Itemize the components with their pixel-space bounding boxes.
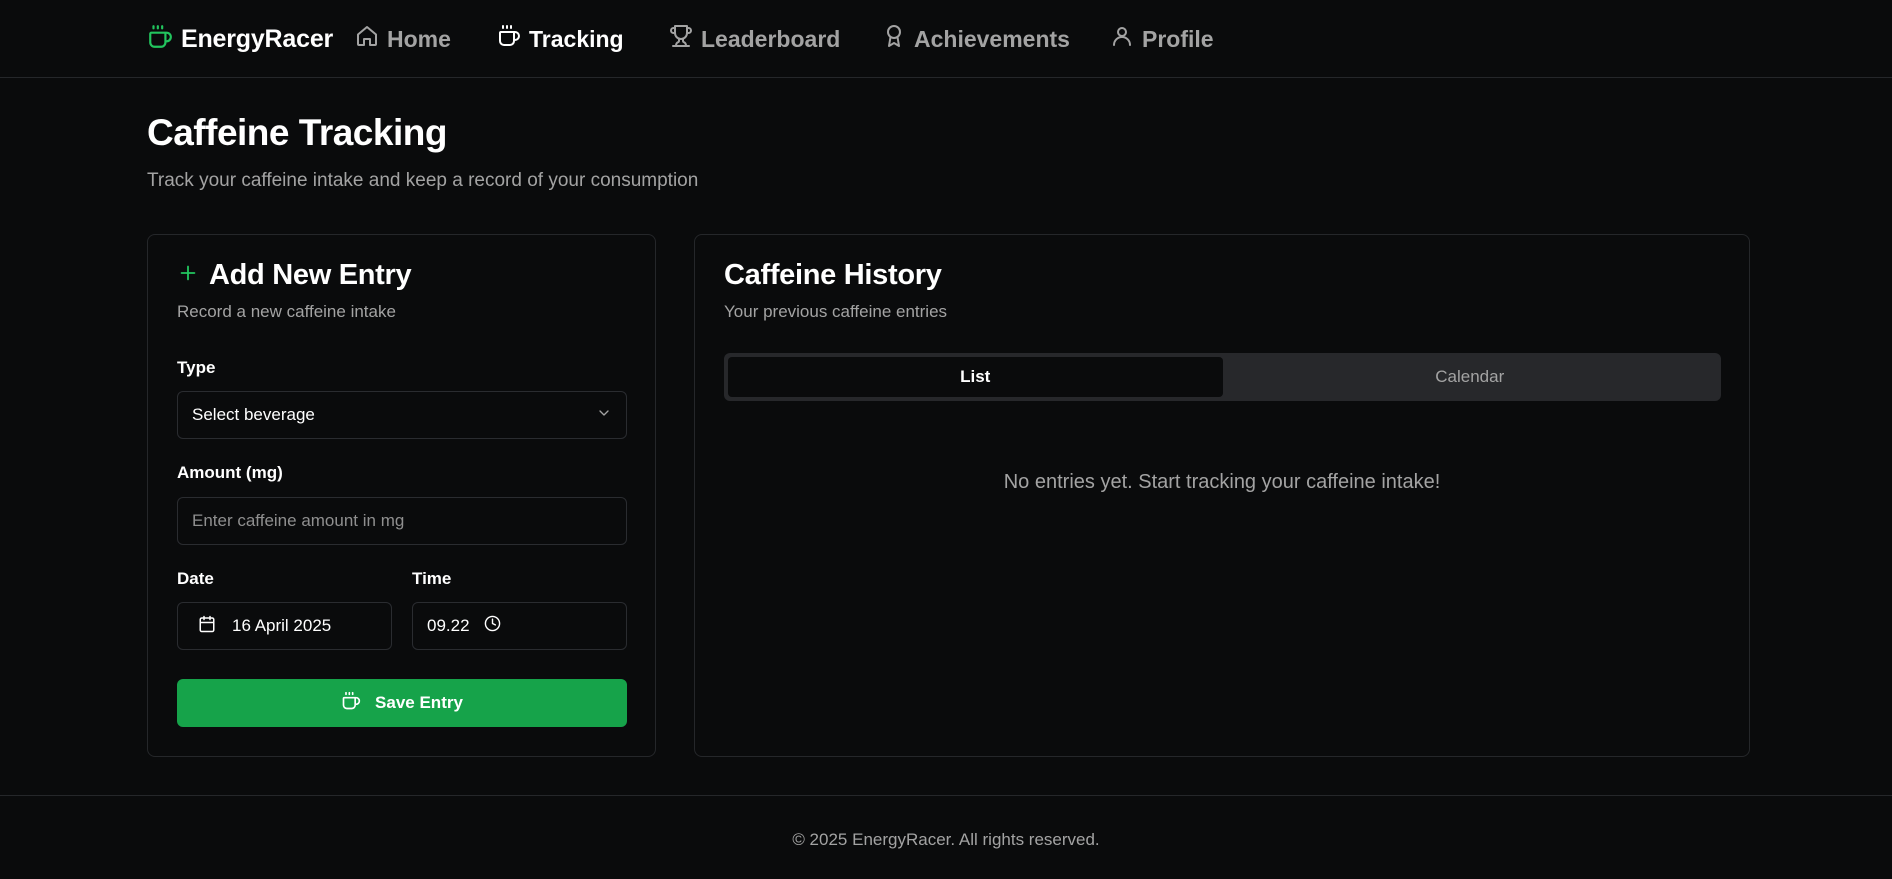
nav-item-leaderboard[interactable]: Leaderboard — [669, 22, 840, 56]
nav-item-home[interactable]: Home — [355, 22, 451, 56]
date-label: Date — [177, 569, 214, 588]
brand-name: EnergyRacer — [181, 24, 334, 53]
user-icon — [1110, 24, 1134, 54]
nav-item-profile[interactable]: Profile — [1110, 22, 1214, 56]
history-title: Caffeine History — [724, 259, 942, 291]
type-label: Type — [177, 358, 216, 377]
plus-icon — [177, 262, 199, 289]
add-entry-description: Record a new caffeine intake — [177, 302, 396, 321]
date-value: 16 April 2025 — [232, 616, 332, 635]
page-title: Caffeine Tracking — [147, 112, 447, 153]
caffeine-history-card: Caffeine History Your previous caffeine … — [694, 234, 1750, 757]
clock-icon — [484, 615, 501, 637]
nav-item-label: Home — [387, 25, 451, 52]
amount-input[interactable]: Enter caffeine amount in mg — [177, 497, 627, 545]
nav-item-label: Achievements — [914, 25, 1070, 52]
page-subtitle: Track your caffeine intake and keep a re… — [147, 170, 699, 191]
time-input[interactable]: 09.22 — [412, 602, 627, 650]
nav-item-label: Leaderboard — [701, 25, 841, 52]
save-entry-label: Save Entry — [375, 693, 463, 712]
beverage-select-value: Select beverage — [192, 405, 315, 424]
coffee-icon — [341, 691, 361, 716]
calendar-icon — [198, 615, 216, 638]
top-navbar: EnergyRacer Home Tracking Leaderboard Ac… — [0, 0, 1892, 78]
date-picker[interactable]: 16 April 2025 — [177, 602, 392, 650]
history-header: Caffeine History — [724, 259, 942, 292]
tab-calendar[interactable]: Calendar — [1223, 357, 1718, 397]
footer: © 2025 EnergyRacer. All rights reserved. — [0, 795, 1892, 879]
trophy-icon — [669, 24, 693, 54]
amount-input-placeholder: Enter caffeine amount in mg — [192, 511, 405, 530]
brand-logo[interactable]: EnergyRacer — [147, 22, 333, 56]
nav-item-achievements[interactable]: Achievements — [882, 22, 1070, 56]
time-value: 09.22 — [427, 616, 470, 635]
nav-item-tracking[interactable]: Tracking — [497, 22, 624, 56]
time-label: Time — [412, 569, 452, 588]
add-entry-card: Add New Entry Record a new caffeine inta… — [147, 234, 656, 757]
coffee-icon — [147, 24, 173, 55]
beverage-select[interactable]: Select beverage — [177, 391, 627, 439]
tab-list[interactable]: List — [728, 357, 1223, 397]
history-view-tabs: List Calendar — [724, 353, 1721, 401]
save-entry-button[interactable]: Save Entry — [177, 679, 627, 727]
home-icon — [355, 24, 379, 54]
empty-state-message: No entries yet. Start tracking your caff… — [1003, 471, 1441, 493]
nav-item-label: Profile — [1142, 25, 1214, 52]
copyright-text: © 2025 EnergyRacer. All rights reserved. — [792, 830, 1100, 849]
add-entry-header: Add New Entry — [177, 259, 412, 292]
nav-item-label: Tracking — [529, 25, 624, 52]
chevron-down-icon — [596, 405, 612, 426]
coffee-icon — [497, 24, 521, 54]
award-icon — [882, 24, 906, 54]
add-entry-title: Add New Entry — [209, 259, 412, 291]
amount-label: Amount (mg) — [177, 463, 283, 482]
history-description: Your previous caffeine entries — [724, 302, 948, 321]
